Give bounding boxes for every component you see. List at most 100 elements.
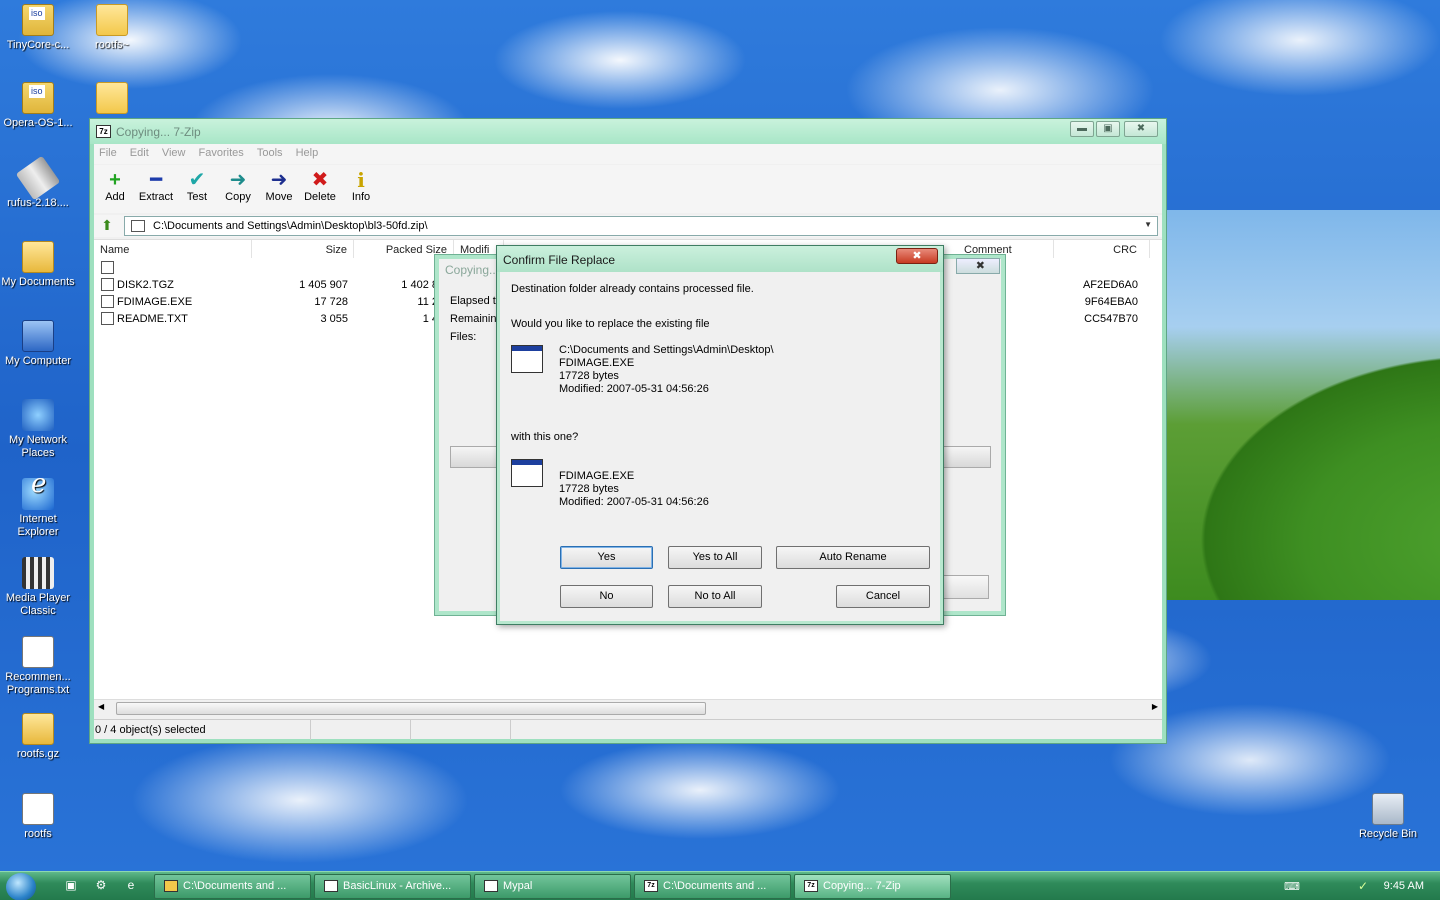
elapsed-time-label: Elapsed ti	[450, 295, 499, 307]
desktop-icon-rootfs[interactable]: rootfs	[0, 793, 76, 841]
my-documents-icon	[22, 241, 54, 273]
main-window-titlebar[interactable]: 7z Copying... 7-Zip ▬ ▣ ✖	[90, 119, 1166, 144]
replacement-file-icon	[511, 459, 543, 487]
existing-file-modified: Modified: 2007-05-31 04:56:26	[559, 383, 709, 395]
desktop-icon-my-computer[interactable]: My Computer	[0, 320, 76, 368]
task-basiclinux[interactable]: BasicLinux - Archive...	[314, 874, 471, 899]
test-icon: ✔	[188, 169, 206, 191]
replacement-file-size: 17728 bytes	[559, 483, 619, 495]
delete-button[interactable]: ✖ Delete	[299, 169, 341, 203]
address-field[interactable]: C:\Documents and Settings\Admin\Desktop\…	[124, 216, 1158, 236]
file-icon	[101, 278, 114, 291]
taskbar: ▣ ⚙ e C:\Documents and ... BasicLinux - …	[0, 871, 1440, 900]
wallpaper-hill	[1165, 210, 1440, 600]
iso-file-icon	[22, 4, 54, 36]
task-copying-7zip[interactable]: 7z Copying... 7-Zip	[794, 874, 951, 899]
desktop-icon-my-documents[interactable]: My Documents	[0, 241, 76, 289]
desktop-icon-rootfs-gz[interactable]: rootfs.gz	[0, 713, 76, 761]
column-size[interactable]: Size	[252, 240, 354, 258]
column-crc[interactable]: CRC	[1054, 240, 1150, 258]
dialog-body: Destination folder already contains proc…	[501, 272, 939, 620]
clock[interactable]: 9:45 AM	[1384, 880, 1424, 892]
dialog-close-button[interactable]: ✖	[896, 248, 938, 264]
quicklaunch-ie-icon[interactable]: e	[123, 878, 139, 894]
scroll-left-icon[interactable]: ◀	[98, 702, 104, 711]
add-button[interactable]: + Add	[94, 169, 136, 203]
task-documents-1[interactable]: C:\Documents and ...	[154, 874, 311, 899]
progress-window-title: Copying...	[445, 263, 500, 277]
move-button[interactable]: ➜ Move	[258, 169, 300, 203]
status-segment-2	[311, 720, 411, 740]
keyboard-icon[interactable]: ⌨	[1284, 880, 1300, 893]
scroll-right-icon[interactable]: ▶	[1152, 702, 1158, 711]
usb-drive-icon	[15, 155, 61, 201]
replacement-file-modified: Modified: 2007-05-31 04:56:26	[559, 496, 709, 508]
menu-tools[interactable]: Tools	[252, 144, 288, 162]
dialog-titlebar[interactable]: Confirm File Replace ✖	[497, 246, 943, 272]
task-documents-2[interactable]: 7z C:\Documents and ...	[634, 874, 791, 899]
remaining-time-label: Remaining	[450, 313, 503, 325]
with-this-one-label: with this one?	[511, 431, 579, 443]
folder-icon	[96, 4, 128, 36]
iso-file-icon	[22, 82, 54, 114]
add-icon: +	[109, 169, 121, 191]
start-button[interactable]	[6, 873, 36, 900]
desktop-icon-tinycore[interactable]: TinyCore-c...	[0, 4, 76, 52]
toolbar: + Add ━ Extract ✔ Test ➜ Copy ➜ Move ✖ D…	[94, 165, 1162, 213]
desktop-icon-folder[interactable]	[74, 82, 150, 117]
folder-icon	[164, 880, 178, 892]
existing-file-name: FDIMAGE.EXE	[559, 357, 635, 369]
desktop-icon-internet-explorer[interactable]: Internet Explorer	[0, 478, 76, 539]
chevron-down-icon[interactable]: ▼	[1144, 220, 1152, 229]
status-segment-3	[411, 720, 511, 740]
menu-file[interactable]: File	[94, 144, 122, 162]
menu-favorites[interactable]: Favorites	[194, 144, 249, 162]
network-icon[interactable]: ✓	[1358, 879, 1368, 893]
show-desktop-icon[interactable]: ▣	[63, 878, 79, 894]
quicklaunch-app-icon[interactable]: ⚙	[93, 878, 109, 894]
test-button[interactable]: ✔ Test	[176, 169, 218, 203]
status-bar: 0 / 4 object(s) selected	[94, 719, 1162, 740]
horizontal-scrollbar[interactable]: ◀ ▶	[94, 699, 1162, 716]
yes-button[interactable]: Yes	[560, 546, 653, 569]
system-tray: ⌨ ✓ 9:45 AM	[1280, 872, 1440, 900]
copy-icon: ➜	[229, 169, 247, 191]
column-name[interactable]: Name	[94, 240, 252, 258]
info-button[interactable]: i Info	[340, 169, 382, 203]
browser-icon	[484, 880, 498, 892]
close-button[interactable]: ✖	[1124, 121, 1158, 137]
info-icon: i	[357, 168, 365, 192]
text-file-icon	[22, 636, 54, 668]
desktop-icon-rootfs-backup[interactable]: rootfs~	[74, 4, 150, 52]
no-button[interactable]: No	[560, 585, 653, 608]
desktop-icon-recommended-programs[interactable]: Recommen... Programs.txt	[0, 636, 76, 697]
desktop-icon-recycle-bin[interactable]: Recycle Bin	[1350, 793, 1426, 841]
extract-button[interactable]: ━ Extract	[135, 169, 177, 203]
up-folder-icon[interactable]: ⬆	[98, 217, 116, 235]
auto-rename-button[interactable]: Auto Rename	[776, 546, 930, 569]
file-icon	[22, 793, 54, 825]
copy-button[interactable]: ➜ Copy	[217, 169, 259, 203]
menu-edit[interactable]: Edit	[125, 144, 154, 162]
no-to-all-button[interactable]: No to All	[668, 585, 762, 608]
scrollbar-thumb[interactable]	[116, 702, 706, 715]
confirm-file-replace-dialog: Confirm File Replace ✖ Destination folde…	[496, 245, 944, 625]
file-icon	[101, 261, 114, 274]
desktop-icon-network-places[interactable]: My Network Places	[0, 399, 76, 460]
exe-file-icon	[101, 295, 114, 308]
text-file-icon	[101, 312, 114, 325]
menu-help[interactable]: Help	[291, 144, 324, 162]
internet-explorer-icon	[22, 478, 54, 510]
cancel-button[interactable]: Cancel	[836, 585, 930, 608]
desktop-icon-rufus[interactable]: rufus-2.18....	[0, 155, 76, 210]
desktop-icon-opera-os[interactable]: Opera-OS-1...	[0, 82, 76, 130]
minimize-button[interactable]: ▬	[1070, 121, 1094, 137]
desktop-icon-media-player[interactable]: Media Player Classic	[0, 557, 76, 618]
maximize-button[interactable]: ▣	[1096, 121, 1120, 137]
yes-to-all-button[interactable]: Yes to All	[668, 546, 762, 569]
recycle-bin-icon	[1372, 793, 1404, 825]
progress-close-button[interactable]: ✖	[956, 258, 1000, 274]
main-window-title: Copying... 7-Zip	[116, 125, 201, 139]
task-mypal[interactable]: Mypal	[474, 874, 631, 899]
menu-view[interactable]: View	[157, 144, 191, 162]
